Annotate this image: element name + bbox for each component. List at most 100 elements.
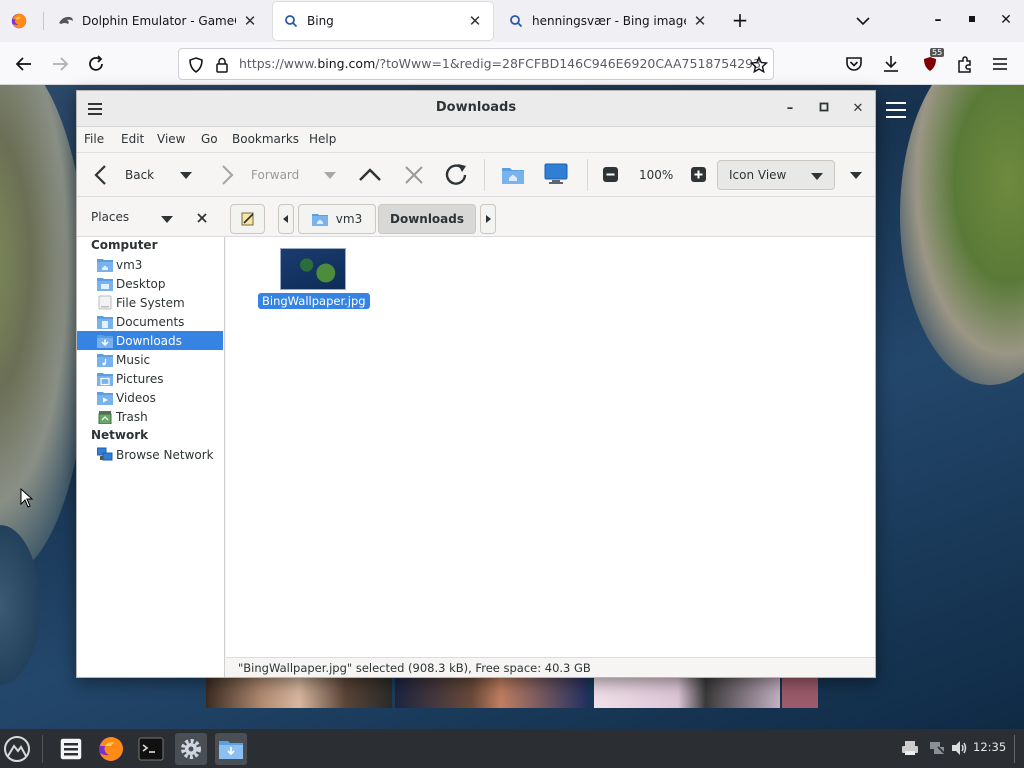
forward-button[interactable] [48,52,72,76]
path-segment-downloads[interactable]: Downloads [378,204,476,234]
search-icon [283,13,299,29]
menu-help[interactable]: Help [309,132,336,146]
minimize-button[interactable]: – [928,10,948,30]
back-label: Back [125,168,155,182]
sidebar-section-computer[interactable]: Computer [91,238,157,252]
status-bar: "BingWallpaper.jpg" selected (908.3 kB),… [226,657,875,677]
view-mode-select[interactable]: Icon View [717,160,835,190]
back-button[interactable] [12,52,36,76]
sidebar-item-trash[interactable]: Trash [77,407,223,426]
reload-icon[interactable] [443,162,469,188]
tab-title: henningsvær - Bing images [532,14,686,28]
tab-close-icon[interactable]: ✕ [467,12,483,30]
browser-tab-bar: Dolphin Emulator - GameCube ✕ Bing ✕ hen… [0,0,1024,42]
firefox-icon[interactable] [10,12,28,30]
taskbar-terminal[interactable] [135,733,167,765]
shield-icon[interactable] [187,56,205,74]
tab-bing[interactable]: Bing ✕ [273,2,493,40]
show-desktop-button[interactable] [1014,735,1015,763]
sidebar-item-music[interactable]: Music [77,350,223,369]
taskbar-file-manager[interactable] [215,733,247,765]
sidebar-item-downloads[interactable]: Downloads [77,331,223,350]
window-titlebar[interactable]: Downloads – ✕ [77,91,875,127]
reload-button[interactable] [84,52,108,76]
taskbar-firefox[interactable] [95,733,127,765]
sidebar-section-network[interactable]: Network [91,428,148,442]
sidebar-item-file-system[interactable]: File System [77,293,223,312]
back-history-dropdown-icon[interactable] [179,170,193,180]
window-maximize-button[interactable] [814,99,834,119]
tab-dolphin[interactable]: Dolphin Emulator - GameCube ✕ [48,2,268,40]
printer-icon[interactable] [901,739,919,757]
toolbar-overflow-chevron-icon[interactable] [849,170,863,180]
menu-icon[interactable] [990,54,1010,74]
sidebar-mode-chevron-icon[interactable] [160,214,174,224]
menu-edit[interactable]: Edit [121,132,144,146]
close-button[interactable]: ✕ [996,10,1016,30]
zoom-level: 100% [639,168,674,182]
taskbar-files[interactable] [55,733,87,765]
parent-folder-up-icon[interactable] [358,164,382,186]
documents-folder-icon [97,316,113,329]
tab-bing-images[interactable]: henningsvær - Bing images ✕ [498,2,718,40]
path-scroll-left-button[interactable] [278,204,294,234]
back-button[interactable]: Back [91,163,154,187]
new-tab-button[interactable]: + [728,8,752,32]
volume-icon[interactable] [950,739,968,757]
dolphin-icon [58,13,74,29]
sidebar-item-desktop[interactable]: Desktop [77,274,223,293]
lock-icon[interactable] [213,56,231,74]
download-icon[interactable] [881,54,901,74]
url-text[interactable]: https://www.bing.com/?toWww=1&redig=28FC… [239,56,761,71]
bing-hamburger-icon[interactable] [884,101,908,119]
tab-close-icon[interactable]: ✕ [242,12,258,30]
sidebar-item-videos[interactable]: Videos [77,388,223,407]
stop-icon[interactable] [403,164,425,186]
zoom-in-icon[interactable] [691,167,706,182]
clock[interactable]: 12:35 [973,740,1006,754]
tab-close-icon[interactable]: ✕ [692,12,708,30]
window-minimize-button[interactable]: – [780,99,800,119]
extensions-icon[interactable] [955,54,975,74]
menu-go[interactable]: Go [201,132,218,146]
url-bar[interactable]: https://www.bing.com/?toWww=1&redig=28FC… [178,48,774,80]
sidebar-item-documents[interactable]: Documents [77,312,223,331]
sidebar-item-label: File System [116,295,185,310]
sidebar-item-pictures[interactable]: Pictures [77,369,223,388]
maximize-icon [819,102,829,112]
sidebar-item-browse-network[interactable]: Browse Network [77,445,223,464]
path-segment-vm3[interactable]: vm3 [298,204,376,234]
menu-view[interactable]: View [157,132,185,146]
maximize-button[interactable] [962,10,982,30]
zoom-out-icon[interactable] [603,167,618,182]
tab-list-chevron-icon[interactable] [852,10,874,32]
edit-location-icon [241,212,254,226]
reload-icon [89,55,103,71]
network-disconnected-icon[interactable] [928,739,946,757]
sidebar-mode-label[interactable]: Places [91,210,129,224]
start-menu-button[interactable] [1,733,33,765]
menu-bookmarks[interactable]: Bookmarks [232,132,299,146]
news-thumbnail[interactable] [782,678,818,708]
news-thumbnail[interactable] [594,678,780,708]
forward-button[interactable]: Forward [217,163,299,187]
desktop-folder-icon [97,278,113,291]
sidebar-item-vm3[interactable]: vm3 [77,255,223,274]
home-folder-icon[interactable] [501,163,525,185]
window-close-button[interactable]: ✕ [848,99,868,119]
pocket-icon[interactable] [844,54,864,74]
news-thumbnail[interactable] [206,678,392,708]
file-icon-view[interactable]: BingWallpaper.jpg [226,237,875,657]
url-prefix: https://www. [239,56,318,71]
path-scroll-right-button[interactable] [480,204,496,234]
menu-file[interactable]: File [84,132,104,146]
bookmark-star-icon[interactable] [750,56,768,74]
forward-history-dropdown-icon[interactable] [323,170,337,180]
sidebar-close-icon[interactable] [197,213,207,223]
news-thumbnail[interactable] [395,678,587,708]
location-entry-toggle-button[interactable] [230,204,265,234]
browser-nav-bar: https://www.bing.com/?toWww=1&redig=28FC… [0,42,1024,85]
computer-icon[interactable] [544,163,568,185]
ublock-button[interactable]: 55 [918,48,945,76]
taskbar-settings[interactable] [175,733,207,765]
